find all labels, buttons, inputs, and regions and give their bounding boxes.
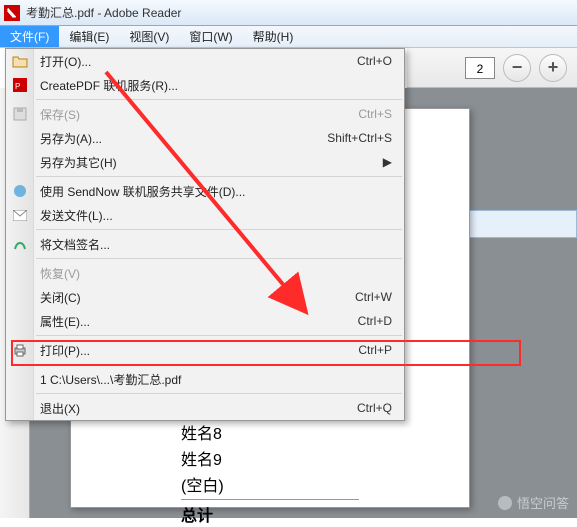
menu-item-revert: 恢复(V) [6, 261, 404, 285]
menu-label: 属性(E)... [40, 313, 90, 330]
menu-help[interactable]: 帮助(H) [243, 26, 304, 47]
menu-label: 恢复(V) [40, 265, 80, 282]
mail-icon [11, 206, 29, 224]
menu-label: 保存(S) [40, 106, 80, 123]
menu-shortcut: Ctrl+D [358, 314, 392, 328]
menu-label: 使用 SendNow 联机服务共享文件(D)... [40, 183, 245, 200]
sign-icon [11, 235, 29, 253]
toolbar: 2 − + [407, 48, 577, 88]
menu-label: 另存为其它(H) [40, 154, 117, 171]
menu-separator [36, 176, 402, 177]
menu-shortcut: Ctrl+O [357, 54, 392, 68]
menu-window[interactable]: 窗口(W) [179, 26, 242, 47]
menu-item-properties[interactable]: 属性(E)... Ctrl+D [6, 309, 404, 333]
menu-item-sendfile[interactable]: 发送文件(L)... [6, 203, 404, 227]
menu-item-recent-1[interactable]: 1 C:\Users\...\考勤汇总.pdf [6, 367, 404, 391]
menu-separator [36, 229, 402, 230]
menu-label: 关闭(C) [40, 289, 81, 306]
menu-item-sign[interactable]: 将文档签名... [6, 232, 404, 256]
page-number-input[interactable]: 2 [465, 57, 495, 79]
watermark-icon [497, 495, 513, 511]
menu-label: 将文档签名... [40, 236, 110, 253]
svg-text:P: P [15, 82, 20, 91]
menu-item-close[interactable]: 关闭(C) Ctrl+W [6, 285, 404, 309]
menu-shortcut: Ctrl+S [358, 107, 392, 121]
table-total-row: 总计 [181, 499, 359, 527]
menu-label: 打开(O)... [40, 53, 91, 70]
menu-separator [36, 393, 402, 394]
titlebar: 考勤汇总.pdf - Adobe Reader [0, 0, 577, 26]
zoom-out-button[interactable]: − [503, 54, 531, 82]
table-row: (空白) [181, 471, 359, 497]
watermark: 悟空问答 [497, 493, 569, 512]
menu-label: 1 C:\Users\...\考勤汇总.pdf [40, 371, 181, 388]
sendnow-icon [11, 182, 29, 200]
submenu-arrow-icon: ▶ [383, 155, 392, 169]
menu-edit[interactable]: 编辑(E) [59, 26, 119, 47]
menu-shortcut: Shift+Ctrl+S [327, 131, 392, 145]
zoom-in-button[interactable]: + [539, 54, 567, 82]
open-folder-icon [11, 52, 29, 70]
menu-separator [36, 99, 402, 100]
menu-item-sendnow[interactable]: 使用 SendNow 联机服务共享文件(D)... [6, 179, 404, 203]
menu-label: 发送文件(L)... [40, 207, 113, 224]
menu-file[interactable]: 文件(F) [0, 26, 59, 47]
menu-item-open[interactable]: 打开(O)... Ctrl+O [6, 49, 404, 73]
table-row: 姓名9 [181, 445, 359, 471]
printer-icon [11, 341, 29, 359]
menu-shortcut: Ctrl+W [355, 290, 392, 304]
createpdf-icon: P [11, 76, 29, 94]
menu-shortcut: Ctrl+Q [357, 401, 392, 415]
menu-separator [36, 258, 402, 259]
menu-item-createpdf[interactable]: P CreatePDF 联机服务(R)... [6, 73, 404, 97]
menu-label: 另存为(A)... [40, 130, 102, 147]
menu-label: 退出(X) [40, 400, 80, 417]
menubar: 文件(F) 编辑(E) 视图(V) 窗口(W) 帮助(H) [0, 26, 577, 48]
table-row: 姓名8 [181, 419, 359, 445]
menu-separator [36, 335, 402, 336]
menu-label: 打印(P)... [40, 342, 90, 359]
menu-item-print[interactable]: 打印(P)... Ctrl+P [6, 338, 404, 362]
menu-view[interactable]: 视图(V) [119, 26, 179, 47]
menu-shortcut: Ctrl+P [358, 343, 392, 357]
menu-item-exit[interactable]: 退出(X) Ctrl+Q [6, 396, 404, 420]
save-icon [11, 105, 29, 123]
window-title: 考勤汇总.pdf - Adobe Reader [26, 4, 181, 21]
menu-item-save: 保存(S) Ctrl+S [6, 102, 404, 126]
file-menu-dropdown: 打开(O)... Ctrl+O P CreatePDF 联机服务(R)... 保… [5, 48, 405, 421]
menu-item-saveas[interactable]: 另存为(A)... Shift+Ctrl+S [6, 126, 404, 150]
menu-item-saveother[interactable]: 另存为其它(H) ▶ [6, 150, 404, 174]
menu-separator [36, 364, 402, 365]
app-icon [4, 5, 20, 21]
menu-label: CreatePDF 联机服务(R)... [40, 77, 178, 94]
